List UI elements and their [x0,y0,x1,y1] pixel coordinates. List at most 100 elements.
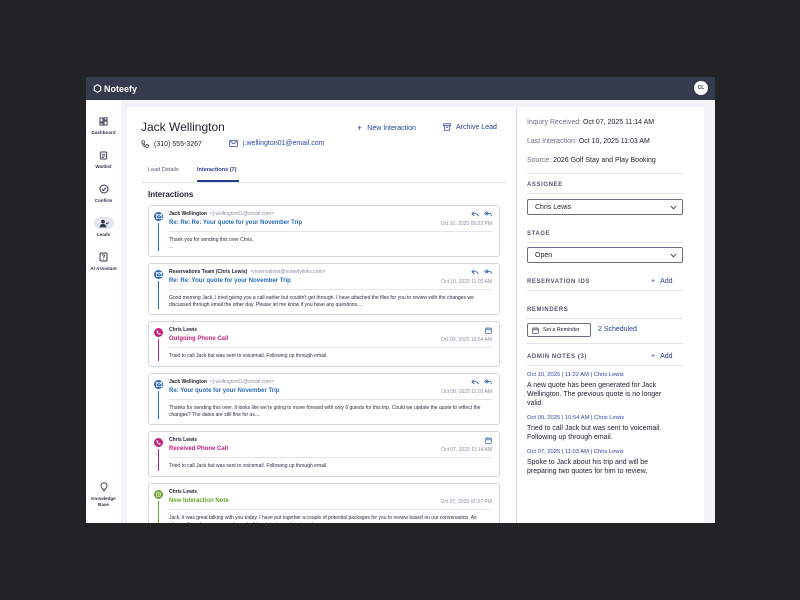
card-divider [169,231,492,232]
calendar-icon[interactable] [485,327,492,334]
card-actions [466,269,492,275]
calendar-icon [532,326,539,334]
source-label: Source: [527,157,552,164]
interaction-card[interactable]: Chris Lewis Received Phone Call Oct 07, … [148,431,500,477]
section-divider [527,343,683,344]
plus-icon: + [651,353,656,360]
new-interaction-label: New Interaction [367,124,416,132]
interaction-card[interactable]: Reservations Team (Chris Lewis) <reservat… [148,263,500,315]
card-actions [480,327,492,334]
source-value: 2026 Golf Stay and Play Booking [553,157,656,164]
card-divider [169,289,492,290]
admin-note-meta: Oct 07, 2025 | 11:03 AM | Chris Lewis [527,449,624,455]
interaction-card[interactable]: Chris Lewis Outgoing Phone Call Oct 09, … [148,321,500,367]
interaction-card[interactable]: Jack Wellington <j.wellington01@email.com… [148,373,500,425]
stage-value: Open [535,251,553,259]
last-interaction: Last Interaction: Oct 10, 2025 11:03 AM [527,138,697,145]
sidebar: Dashboard Waitlist Confirm Leads AI Assi… [86,100,121,523]
sidebar-item-dashboard[interactable]: Dashboard [87,115,120,136]
card-divider [169,509,492,510]
sidebar-item-waitlist[interactable]: Waitlist [87,149,120,170]
sidebar-item-ai-assistant[interactable]: AI Assistant [87,251,120,272]
noteefy-logo-icon [93,84,102,93]
sidebar-item-label: AI Assistant [90,266,117,271]
assignee-select[interactable]: Chris Lewis [527,199,683,215]
add-admin-note-button[interactable]: + Add [651,353,673,360]
card-divider [169,399,492,400]
reply-icon[interactable] [471,379,479,385]
sender: Reservations Team (Chris Lewis) <reservat… [169,269,326,275]
sender-email: <j.wellington01@email.com> [209,379,274,385]
set-reminder-button[interactable]: Set a Reminder [527,323,591,337]
chevron-down-icon [670,205,677,210]
card-divider [169,347,492,348]
sidebar-item-confirm[interactable]: Confirm [87,183,120,204]
interaction-subject: Re: Re: Your quote for your November Tri… [169,278,291,284]
brand[interactable]: Noteefy [93,84,137,94]
new-interaction-button[interactable]: + New Interaction [357,123,416,133]
last-interaction-value: Oct 10, 2025 11:03 AM [578,138,650,145]
scheduled-reminders-link[interactable]: 2 Scheduled [598,326,637,333]
timeline-line [158,501,159,523]
sender-name: Reservations Team (Chris Lewis) [169,269,248,275]
lead-phone[interactable]: (310) 555-3267 [141,140,202,148]
section-divider [527,290,683,291]
stage-select[interactable]: Open [527,247,683,263]
sidebar-item-knowledge-base[interactable]: Knowledge Base [87,481,120,508]
reply-all-icon[interactable] [484,379,492,385]
phone-avatar-icon [154,328,163,337]
source: Source: 2026 Golf Stay and Play Booking [527,157,697,164]
dashboard-icon [94,115,114,127]
sender-name: Chris Lewis [169,327,198,333]
calendar-icon[interactable] [485,437,492,444]
sidebar-item-label: Knowledge Base [91,496,116,507]
sidebar-item-leads[interactable]: Leads [87,217,120,238]
reservation-ids-title: RESERVATION IDS [527,279,591,285]
sender-name: Jack Wellington [169,379,207,385]
waitlist-icon [94,149,114,161]
inquiry-label: Inquiry Received: [527,119,582,126]
interaction-body: Good morning Jack, I tried giving you a … [169,295,476,308]
section-divider [527,193,683,194]
interaction-body: Thanks for sending this over. It looks l… [169,405,482,418]
inquiry-value: Oct 07, 2025 11:14 AM [583,119,655,126]
sender-email: <j.wellington01@email.com> [209,211,274,217]
card-actions [466,379,492,385]
add-label: Add [660,278,673,285]
interaction-card[interactable]: Jack Wellington <j.wellington01@email.com… [148,205,500,257]
archive-lead-button[interactable]: Archive Lead [443,123,497,131]
admin-note-text: Spoke to Jack about his trip and will be… [527,459,649,475]
reply-all-icon[interactable] [484,269,492,275]
reply-all-icon[interactable] [484,211,492,217]
add-reservation-id-button[interactable]: + Add [651,278,673,285]
stage-title: STAGE [527,231,551,237]
phone-number: (310) 555-3267 [154,140,202,148]
assignee-value: Chris Lewis [535,203,572,211]
lead-email[interactable]: j.wellington01@email.com [229,140,324,147]
lead-name: Jack Wellington [141,120,225,134]
sender-name: Chris Lewis [169,437,198,443]
panel-divider [516,107,517,523]
ai-assistant-icon [94,251,114,263]
note-avatar-icon [154,490,163,499]
add-label: Add [660,353,673,360]
phone-icon [141,140,149,148]
section-divider [527,318,683,319]
timeline-line [158,281,159,309]
timeline-line [158,339,159,361]
email-avatar-icon [154,270,163,279]
tab-lead-details[interactable]: Lead Details [148,167,179,173]
timeline-line [158,391,159,419]
tab-interactions[interactable]: Interactions (7) [197,167,236,173]
reply-icon[interactable] [471,269,479,275]
reply-icon[interactable] [471,211,479,217]
interaction-card[interactable]: Chris Lewis New Interaction Note Oct 07,… [148,483,500,523]
admin-note-text: Tried to call Jack but was sent to voice… [527,425,662,441]
card-divider [169,457,492,458]
sender-name: Chris Lewis [169,489,198,495]
user-avatar[interactable]: CL [694,81,708,95]
section-divider [527,365,683,366]
last-interaction-label: Last Interaction: [527,138,577,145]
tabs-divider [141,182,505,183]
sidebar-item-label: Dashboard [91,130,116,135]
